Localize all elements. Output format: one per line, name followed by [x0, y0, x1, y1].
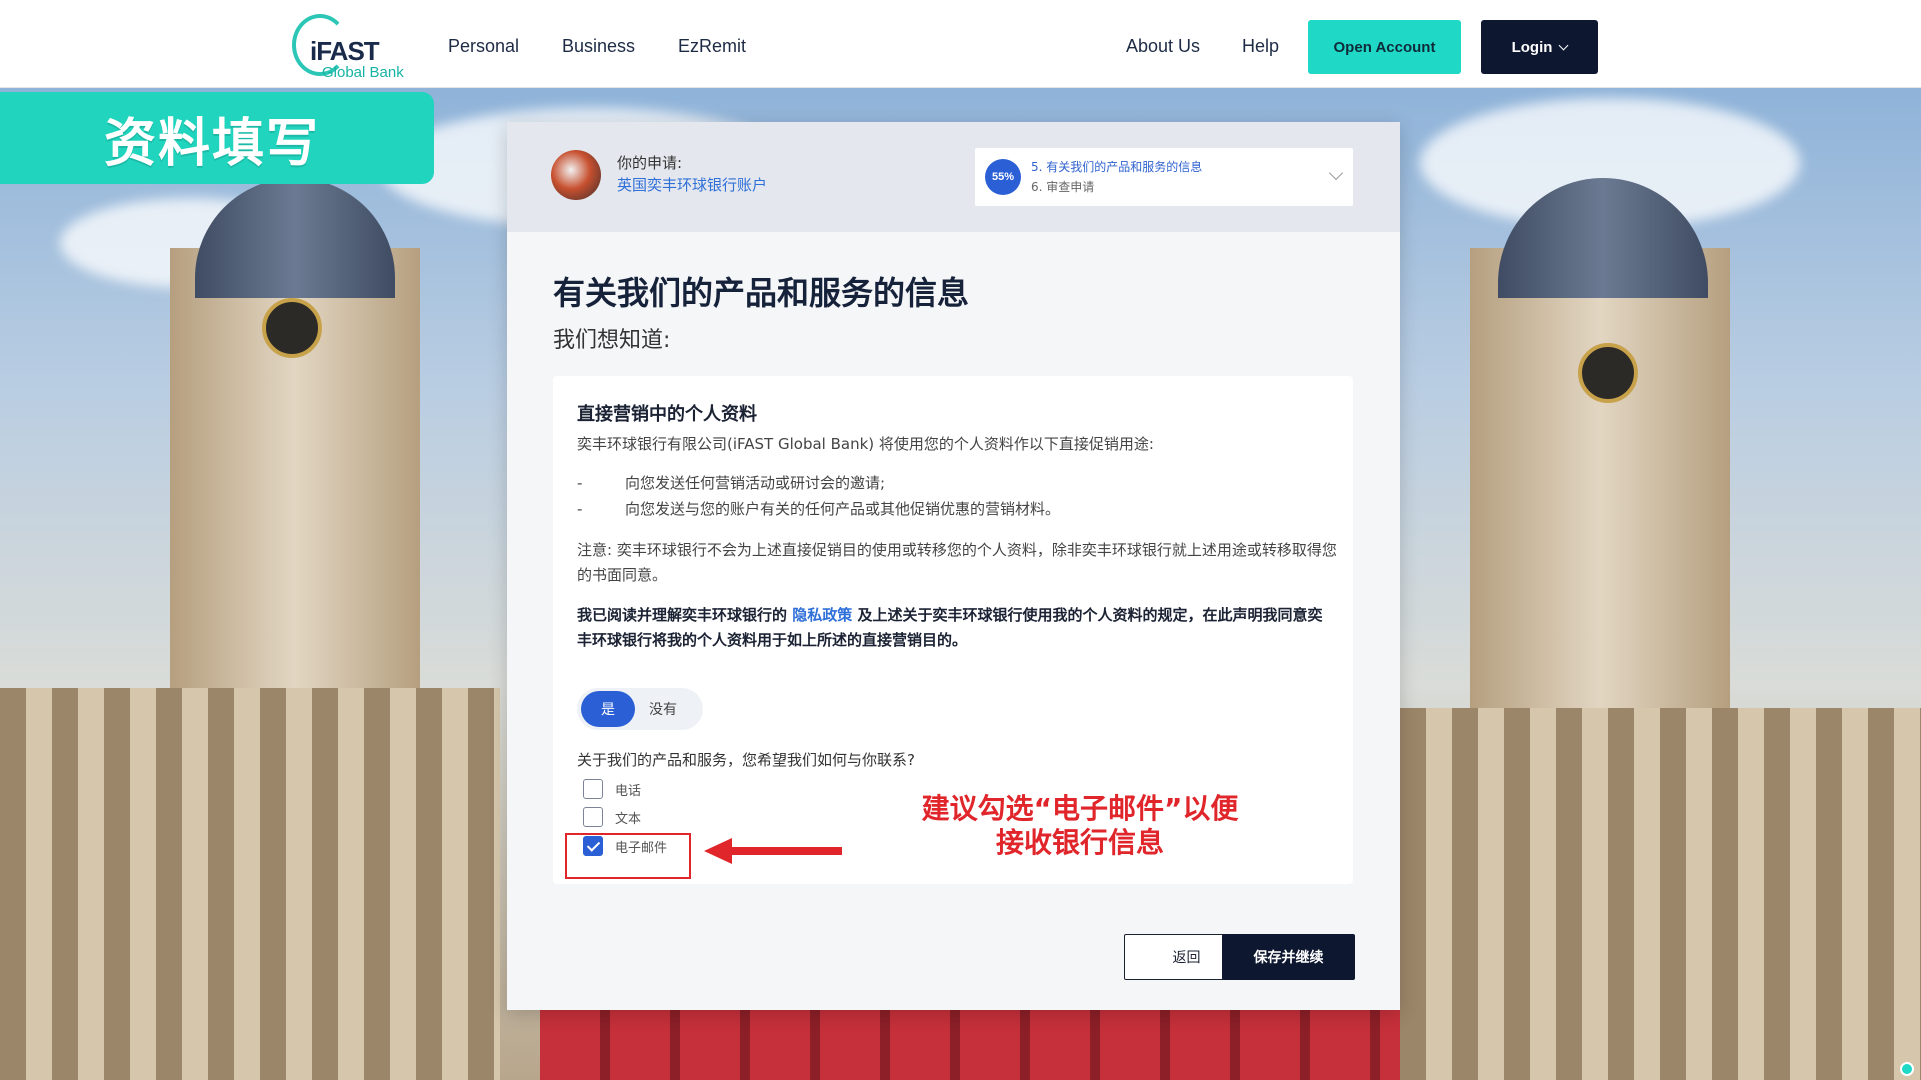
annotation-line-1: 建议勾选“电子邮件”以便: [921, 792, 1239, 825]
save-continue-button[interactable]: 保存并继续: [1222, 934, 1355, 980]
progress-badge: 55%: [985, 159, 1021, 195]
application-form-card: 你的申请: 英国奕丰环球银行账户 55% 5. 有关我们的产品和服务的信息 6.…: [507, 122, 1400, 1010]
login-label: Login: [1511, 38, 1553, 56]
section-banner: 资料填写: [0, 92, 434, 184]
consent-text: 我已阅读并理解奕丰环球银行的 隐私政策 及上述关于奕丰环球银行使用我的个人资料的…: [577, 603, 1337, 653]
consent-toggle: 是 没有: [577, 688, 703, 730]
toggle-yes[interactable]: 是: [581, 691, 635, 727]
right-colonnade: [1400, 708, 1921, 1080]
note-text: 注意: 奕丰环球银行不会为上述直接促销目的使用或转移您的个人资料，除非奕丰环球银…: [577, 541, 1337, 584]
nav-business[interactable]: Business: [562, 36, 635, 57]
page-subtitle: 我们想知道:: [553, 328, 671, 353]
contact-question: 关于我们的产品和服务，您希望我们如何与你联系?: [577, 751, 915, 769]
nav-help[interactable]: Help: [1242, 36, 1279, 57]
consent-before: 我已阅读并理解奕丰环球银行的: [577, 606, 788, 624]
page-title: 有关我们的产品和服务的信息: [553, 274, 970, 312]
red-bus: [540, 1008, 1400, 1080]
phone-label: 电话: [615, 783, 642, 799]
bullet-item: - 向您发送任何营销活动或研讨会的邀请;: [577, 474, 886, 492]
phone-checkbox[interactable]: [583, 779, 603, 799]
nav-ezremit[interactable]: EzRemit: [678, 36, 746, 57]
intro-text: 奕丰环球银行有限公司(iFAST Global Bank) 将使用您的个人资料作…: [577, 435, 1154, 453]
option-phone[interactable]: 电话: [583, 779, 641, 799]
nav-personal[interactable]: Personal: [448, 36, 519, 57]
logo-sub: Global Bank: [322, 64, 404, 81]
ifast-logo[interactable]: iFAST Global Bank: [292, 14, 412, 81]
left-dome: [195, 178, 395, 298]
option-text[interactable]: 文本: [583, 807, 641, 827]
current-step: 5. 有关我们的产品和服务的信息: [1031, 160, 1203, 174]
open-account-button[interactable]: Open Account: [1308, 20, 1461, 74]
chevron-down-icon: [1328, 165, 1344, 181]
right-clock: [1578, 343, 1638, 403]
step-dropdown[interactable]: 55% 5. 有关我们的产品和服务的信息 6. 审查申请: [975, 148, 1353, 206]
text-checkbox[interactable]: [583, 807, 603, 827]
logo-word: iFAST: [310, 36, 380, 66]
bullet-text: 向您发送与您的账户有关的任何产品或其他促销优惠的营销材料。: [625, 500, 1061, 518]
toggle-no[interactable]: 没有: [649, 691, 677, 727]
text-label: 文本: [615, 811, 642, 827]
login-button[interactable]: Login: [1481, 20, 1598, 74]
top-navigation: iFAST Global Bank Personal Business EzRe…: [0, 0, 1921, 88]
banner-text: 资料填写: [104, 113, 321, 174]
section-heading: 直接营销中的个人资料: [577, 404, 757, 425]
application-value: 英国奕丰环球银行账户: [617, 176, 768, 194]
application-avatar: [551, 150, 601, 200]
corner-dot-icon: [1900, 1062, 1914, 1076]
bullet-item: - 向您发送与您的账户有关的任何产品或其他促销优惠的营销材料。: [577, 500, 1061, 518]
annotation-text: 建议勾选“电子邮件”以便 接收银行信息: [870, 792, 1290, 860]
annotation-arrow-icon: [704, 838, 842, 864]
nav-about-us[interactable]: About Us: [1126, 36, 1200, 57]
bullet-text: 向您发送任何营销活动或研讨会的邀请;: [625, 474, 886, 492]
privacy-policy-link[interactable]: 隐私政策: [792, 606, 852, 624]
left-clock: [262, 298, 322, 358]
next-step: 6. 审查申请: [1031, 180, 1095, 194]
annotation-highlight-box: [565, 833, 691, 879]
application-header: 你的申请: 英国奕丰环球银行账户 55% 5. 有关我们的产品和服务的信息 6.…: [507, 122, 1400, 232]
left-colonnade: [0, 688, 500, 1080]
annotation-line-2: 接收银行信息: [995, 826, 1164, 859]
application-label: 你的申请:: [617, 154, 683, 172]
chevron-down-icon: [1558, 40, 1569, 50]
